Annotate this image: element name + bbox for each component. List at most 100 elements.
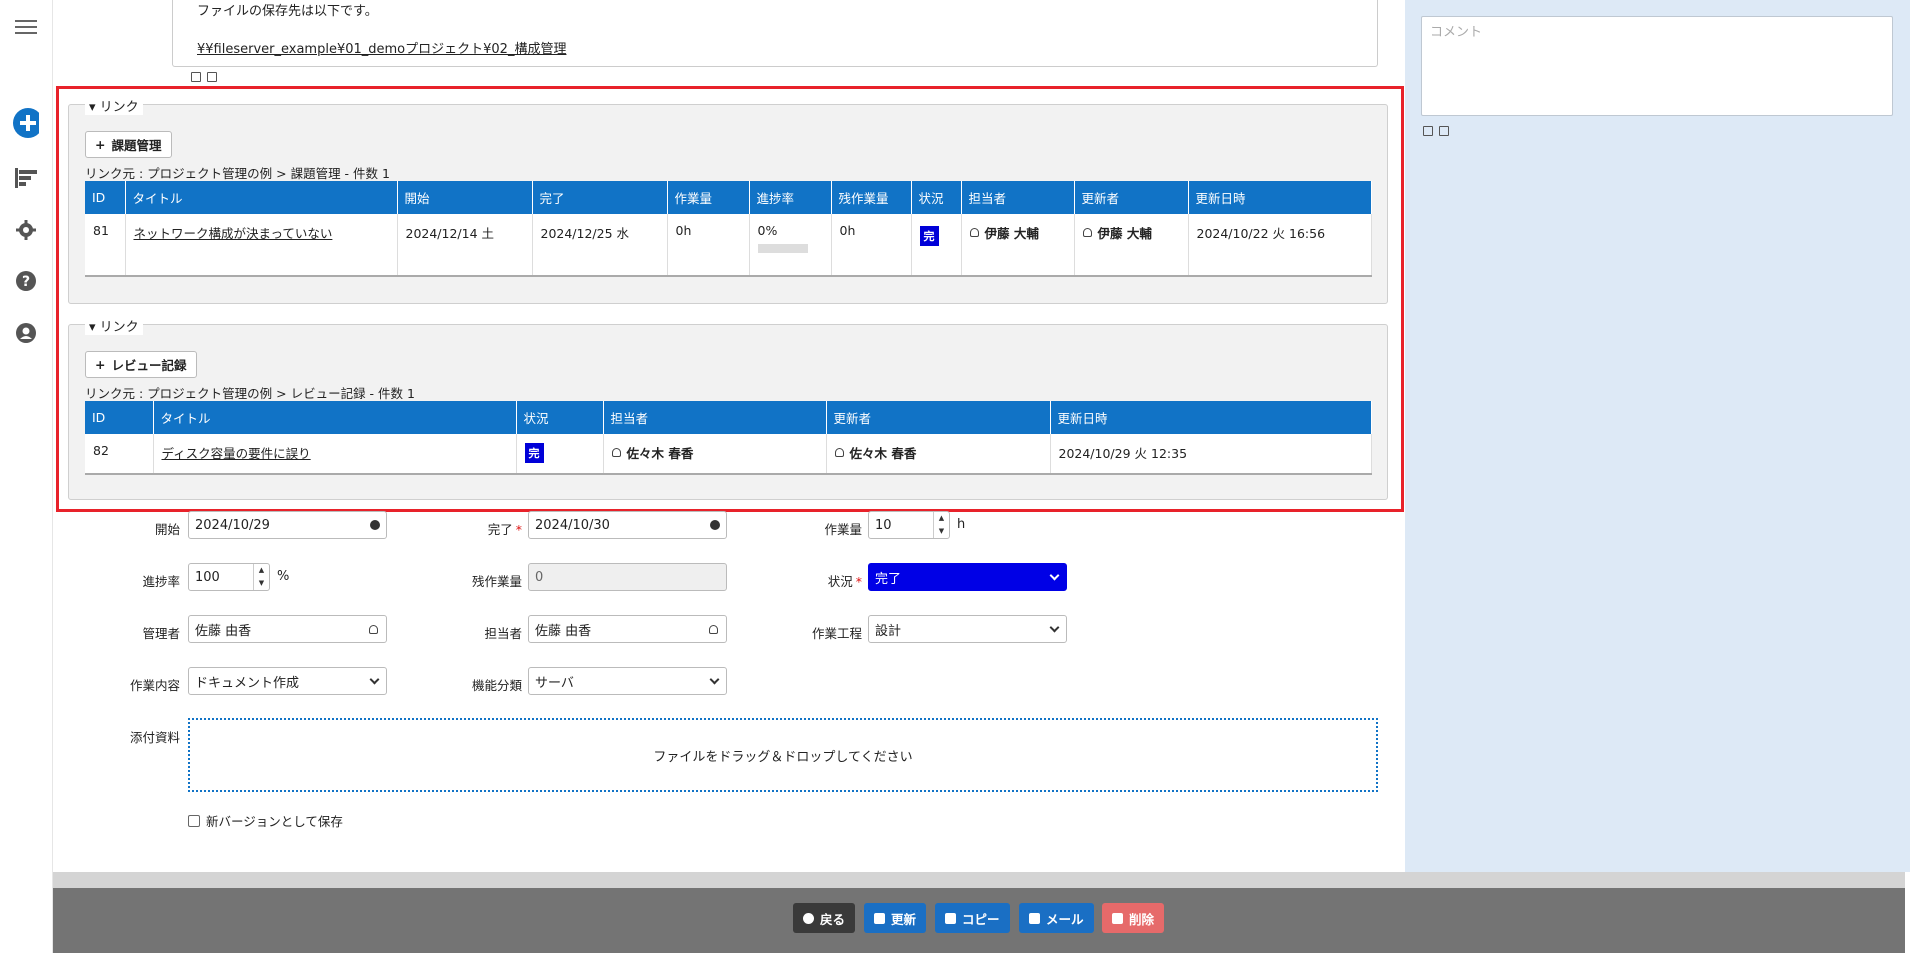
status-select[interactable]: 完了 bbox=[868, 563, 1067, 591]
update-button[interactable]: 更新 bbox=[864, 903, 927, 933]
start-date-input[interactable]: 2024/10/29 bbox=[188, 511, 387, 539]
user-icon[interactable] bbox=[709, 625, 718, 634]
process-select[interactable]: 設計 bbox=[868, 615, 1067, 643]
cell-start: 2024/12/14 土 bbox=[397, 214, 533, 277]
description-box[interactable]: ファイルの保存先は以下です。 ¥¥fileserver_example¥01_d… bbox=[172, 0, 1378, 67]
left-nav: ? bbox=[0, 0, 53, 953]
link-breadcrumb: リンク元 : プロジェクト管理の例 > レビュー記録 - 件数 1 bbox=[85, 386, 415, 401]
delete-button[interactable]: 削除 bbox=[1102, 903, 1165, 933]
updater-name: 佐々木 春香 bbox=[849, 446, 917, 461]
image-icon[interactable] bbox=[191, 72, 201, 82]
column-header[interactable]: タイトル bbox=[153, 401, 517, 434]
category-select[interactable]: サーバ bbox=[528, 667, 727, 695]
cell-assignee: 佐々木 春香 bbox=[603, 434, 827, 475]
cell-title: ディスク容量の要件に誤り bbox=[153, 434, 517, 475]
content-select[interactable]: ドキュメント作成 bbox=[188, 667, 387, 695]
column-header[interactable]: 完了 bbox=[532, 181, 668, 214]
help-icon[interactable]: ? bbox=[13, 268, 39, 294]
workload-input[interactable]: 10 ▲ ▼ bbox=[868, 511, 950, 539]
column-header[interactable]: 担当者 bbox=[603, 401, 827, 434]
user-icon[interactable] bbox=[369, 625, 378, 634]
camera-icon[interactable] bbox=[207, 72, 217, 82]
cell-id: 81 bbox=[85, 214, 126, 277]
link-section-legend[interactable]: ▾ リンク bbox=[85, 96, 143, 115]
copy-button[interactable]: コピー bbox=[935, 903, 1010, 933]
comment-tools bbox=[1423, 126, 1449, 136]
add-issue-button[interactable]: + 課題管理 bbox=[85, 131, 172, 158]
column-header[interactable]: 状況 bbox=[516, 401, 604, 434]
add-review-button[interactable]: + レビュー記録 bbox=[85, 351, 197, 378]
link-section-reviews: ▾ リンク + レビュー記録 リンク元 : プロジェクト管理の例 > レビュー記録… bbox=[68, 316, 1388, 500]
reviews-table: ID タイトル 状況 担当者 更新者 更新日時 82 ディスク容量の要件に誤り … bbox=[85, 401, 1372, 475]
column-header[interactable]: 残作業量 bbox=[831, 181, 912, 214]
image-icon[interactable] bbox=[1423, 126, 1433, 136]
file-dropzone[interactable]: ファイルをドラッグ＆ドロップしてください bbox=[188, 718, 1378, 792]
table-header-row: ID タイトル 状況 担当者 更新者 更新日時 bbox=[85, 401, 1372, 434]
review-title-link[interactable]: ディスク容量の要件に誤り bbox=[162, 446, 311, 461]
column-header[interactable]: 開始 bbox=[397, 181, 533, 214]
description-tools bbox=[191, 72, 217, 82]
cell-title: ネットワーク構成が決まっていない bbox=[125, 214, 398, 277]
assignee-input[interactable]: 佐藤 由香 bbox=[528, 615, 727, 643]
column-header[interactable]: ID bbox=[85, 181, 126, 214]
table-row[interactable]: 81 ネットワーク構成が決まっていない 2024/12/14 土 2024/12… bbox=[85, 214, 1372, 277]
issues-table: ID タイトル 開始 完了 作業量 進捗率 残作業量 状況 担当者 更新者 更新… bbox=[85, 181, 1372, 277]
clock-icon[interactable] bbox=[710, 520, 720, 530]
link-section-issues: ▾ リンク + 課題管理 リンク元 : プロジェクト管理の例 > 課題管理 - 件… bbox=[68, 96, 1388, 304]
column-header[interactable]: 更新者 bbox=[1074, 181, 1189, 214]
column-header[interactable]: 進捗率 bbox=[749, 181, 832, 214]
link-section-legend[interactable]: ▾ リンク bbox=[85, 316, 143, 335]
table-row[interactable]: 82 ディスク容量の要件に誤り 完 佐々木 春香 佐々木 春香 2024/10/… bbox=[85, 434, 1372, 475]
back-icon bbox=[803, 912, 814, 924]
gantt-icon[interactable] bbox=[13, 165, 39, 191]
gear-icon[interactable] bbox=[13, 217, 39, 243]
camera-icon[interactable] bbox=[1439, 126, 1449, 136]
assignee-name: 佐々木 春香 bbox=[626, 446, 694, 461]
cell-progress: 0% bbox=[749, 214, 832, 277]
user-account-icon[interactable] bbox=[13, 320, 39, 346]
status-badge: 完 bbox=[919, 226, 939, 246]
clock-icon[interactable] bbox=[370, 520, 380, 530]
status-label: 状況 * bbox=[827, 574, 862, 589]
comment-panel: コメント bbox=[1405, 0, 1910, 872]
spinner-icon[interactable]: ▲ ▼ bbox=[253, 564, 269, 590]
spinner-icon[interactable]: ▲ ▼ bbox=[933, 512, 949, 538]
description-link[interactable]: ¥¥fileserver_example¥01_demoプロジェクト¥02_構成… bbox=[197, 38, 566, 57]
footer-separator bbox=[53, 872, 1905, 888]
new-version-checkbox[interactable] bbox=[188, 814, 200, 827]
progress-text: 0% bbox=[757, 223, 778, 238]
user-icon bbox=[969, 228, 979, 237]
manager-input[interactable]: 佐藤 由香 bbox=[188, 615, 387, 643]
workload-label: 作業量 bbox=[824, 522, 862, 537]
add-circle-icon[interactable] bbox=[13, 108, 39, 138]
user-icon bbox=[611, 448, 621, 457]
trash-icon bbox=[1112, 912, 1123, 924]
column-header[interactable]: 更新者 bbox=[826, 401, 1051, 434]
cell-updater: 伊藤 大輔 bbox=[1074, 214, 1189, 277]
issue-title-link[interactable]: ネットワーク構成が決まっていない bbox=[134, 226, 333, 241]
end-date-input[interactable]: 2024/10/30 bbox=[528, 511, 727, 539]
dropzone-text: ファイルをドラッグ＆ドロップしてください bbox=[653, 749, 913, 765]
category-label: 機能分類 bbox=[471, 678, 522, 693]
column-header[interactable]: 作業量 bbox=[667, 181, 750, 214]
progress-input[interactable]: 100 ▲ ▼ bbox=[188, 563, 270, 591]
remaining-input: 0 bbox=[528, 563, 727, 591]
chevron-down-icon bbox=[369, 674, 380, 685]
chevron-down-icon bbox=[1049, 570, 1060, 581]
column-header[interactable]: 担当者 bbox=[961, 181, 1075, 214]
back-button[interactable]: 戻る bbox=[793, 903, 856, 933]
column-header[interactable]: 更新日時 bbox=[1050, 401, 1372, 434]
progress-label: 進捗率 bbox=[142, 574, 180, 589]
chevron-down-icon bbox=[1049, 622, 1060, 633]
user-icon bbox=[834, 448, 844, 457]
hamburger-menu-icon[interactable] bbox=[13, 14, 39, 40]
column-header[interactable]: 状況 bbox=[911, 181, 962, 214]
column-header[interactable]: ID bbox=[85, 401, 154, 434]
comment-textarea[interactable]: コメント bbox=[1421, 16, 1893, 116]
new-version-option: 新バージョンとして保存 bbox=[188, 811, 343, 830]
progress-bar bbox=[757, 244, 808, 253]
cell-status: 完 bbox=[516, 434, 604, 475]
mail-button[interactable]: メール bbox=[1019, 903, 1094, 933]
column-header[interactable]: 更新日時 bbox=[1188, 181, 1372, 214]
column-header[interactable]: タイトル bbox=[125, 181, 398, 214]
